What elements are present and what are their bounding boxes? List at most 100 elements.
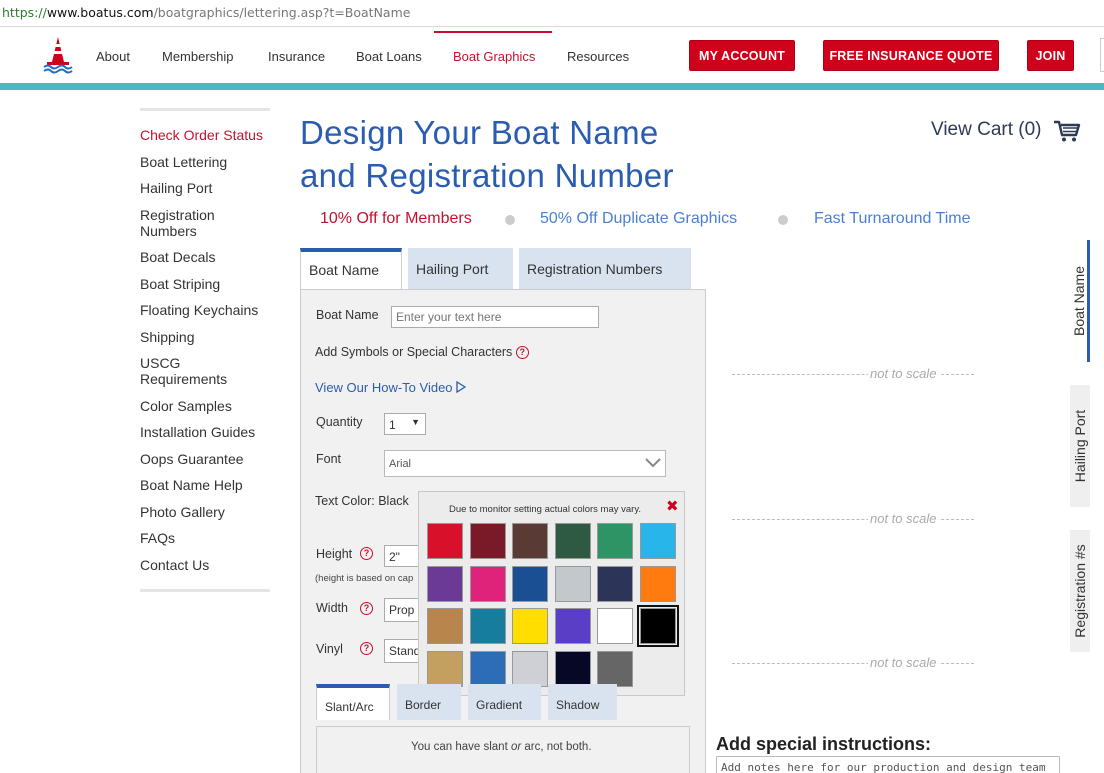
- text-color-label: Text Color: Black: [315, 494, 409, 508]
- view-cart-link[interactable]: View Cart (0): [931, 119, 1042, 141]
- buoy-logo-icon[interactable]: [42, 36, 74, 74]
- sidebar-item-boat-striping[interactable]: Boat Striping: [140, 276, 270, 292]
- color-swatch[interactable]: [427, 650, 463, 687]
- color-swatch[interactable]: [554, 565, 591, 602]
- color-swatch[interactable]: [554, 608, 591, 644]
- special-instructions-textarea[interactable]: Add notes here for our production and de…: [716, 756, 1060, 773]
- symbols-label[interactable]: Add Symbols or Special Characters ?: [315, 345, 529, 360]
- color-swatch[interactable]: [554, 650, 591, 687]
- color-swatch[interactable]: [427, 608, 463, 644]
- sidebar: Check Order Status Boat Lettering Hailin…: [140, 108, 270, 592]
- sidebar-item-registration-numbers[interactable]: Registration Numbers: [140, 207, 235, 239]
- font-select[interactable]: Arial: [384, 450, 666, 477]
- close-icon[interactable]: ✖: [666, 497, 679, 515]
- sidebar-item-boat-decals[interactable]: Boat Decals: [140, 249, 270, 265]
- help-icon[interactable]: ?: [360, 602, 373, 615]
- color-swatch[interactable]: [469, 608, 506, 644]
- perk-separator-dot: [778, 215, 788, 225]
- color-swatch[interactable]: [512, 608, 548, 644]
- chevron-down-icon: [645, 458, 661, 468]
- color-swatch[interactable]: [512, 650, 548, 687]
- side-tab-hailing-port-label: Hailing Port: [1072, 409, 1088, 483]
- nav-resources[interactable]: Resources: [567, 49, 629, 64]
- sidebar-item-contact-us[interactable]: Contact Us: [140, 557, 270, 573]
- subtab-shadow[interactable]: Shadow: [548, 684, 617, 720]
- not-to-scale-label: not to scale: [868, 366, 939, 381]
- sidebar-item-boat-lettering[interactable]: Boat Lettering: [140, 154, 270, 170]
- color-swatch[interactable]: [597, 650, 633, 687]
- url-host: www.boatus.com: [46, 5, 154, 20]
- color-swatch[interactable]: [639, 565, 676, 602]
- color-swatch[interactable]: [597, 608, 633, 644]
- color-picker-popup: Due to monitor setting actual colors may…: [418, 491, 685, 696]
- how-to-video-text: View Our How-To Video: [315, 380, 453, 395]
- sidebar-item-boat-name-help[interactable]: Boat Name Help: [140, 477, 270, 493]
- subtab-slant-arc[interactable]: Slant/Arc: [316, 684, 390, 720]
- color-swatch[interactable]: [512, 565, 548, 602]
- color-swatch[interactable]: [469, 565, 506, 602]
- sidebar-item-oops-guarantee[interactable]: Oops Guarantee: [140, 451, 270, 467]
- nav-membership[interactable]: Membership: [162, 49, 234, 64]
- quantity-label: Quantity: [316, 415, 363, 429]
- color-swatch[interactable]: [597, 565, 633, 602]
- color-swatch[interactable]: [469, 650, 506, 687]
- subtab-border[interactable]: Border: [397, 684, 461, 720]
- sidebar-bottom-rule: [140, 589, 270, 592]
- side-tab-hailing-port[interactable]: Hailing Port: [1070, 385, 1090, 507]
- width-label: Width: [316, 601, 348, 615]
- side-tab-registration[interactable]: Registration #s: [1070, 530, 1090, 652]
- color-swatch[interactable]: [554, 523, 591, 559]
- sidebar-item-hailing-port[interactable]: Hailing Port: [140, 180, 270, 196]
- free-insurance-quote-button[interactable]: FREE INSURANCE QUOTE: [823, 40, 999, 71]
- header-accent-bar: [0, 83, 1104, 90]
- font-label: Font: [316, 452, 342, 466]
- sidebar-item-uscg-requirements[interactable]: USCG Requirements: [140, 355, 240, 387]
- address-bar[interactable]: https://www.boatus.com/boatgraphics/lett…: [0, 0, 1104, 27]
- side-tab-boat-name[interactable]: Boat Name: [1070, 240, 1090, 362]
- sidebar-item-check-order-status[interactable]: Check Order Status: [140, 127, 270, 143]
- sidebar-item-color-samples[interactable]: Color Samples: [140, 398, 270, 414]
- page-title: Design Your Boat Name and Registration N…: [300, 111, 674, 197]
- slant-arc-note-or: or: [510, 741, 522, 753]
- how-to-video-link[interactable]: View Our How-To Video: [315, 380, 467, 395]
- height-label: Height: [316, 547, 353, 561]
- height-note: (height is based on cap: [315, 573, 414, 584]
- tab-boat-name[interactable]: Boat Name: [300, 248, 402, 290]
- color-swatch[interactable]: [427, 523, 463, 559]
- boat-name-input[interactable]: [391, 306, 599, 328]
- sidebar-item-installation-guides[interactable]: Installation Guides: [140, 424, 270, 440]
- my-account-button[interactable]: MY ACCOUNT: [689, 40, 795, 71]
- quantity-select[interactable]: 1 ▼: [384, 413, 426, 435]
- color-swatch[interactable]: [469, 523, 506, 559]
- cart-icon[interactable]: [1053, 119, 1081, 143]
- nav-about[interactable]: About: [96, 49, 130, 64]
- chevron-down-icon: ▼: [411, 417, 420, 427]
- nav-insurance[interactable]: Insurance: [268, 49, 325, 64]
- tab-hailing-port[interactable]: Hailing Port: [408, 248, 513, 290]
- special-instructions-title: Add special instructions:: [716, 734, 932, 754]
- slant-arc-note-prefix: You can have slant: [411, 741, 511, 753]
- sidebar-item-faqs[interactable]: FAQs: [140, 530, 270, 546]
- help-icon[interactable]: ?: [360, 642, 373, 655]
- help-icon[interactable]: ?: [360, 547, 373, 560]
- color-swatch[interactable]: [512, 523, 548, 559]
- nav-boat-loans[interactable]: Boat Loans: [356, 49, 422, 64]
- page-title-line-1: Design Your Boat Name: [300, 114, 659, 151]
- nav-boat-graphics[interactable]: Boat Graphics: [453, 49, 535, 64]
- tab-registration-numbers[interactable]: Registration Numbers: [519, 248, 691, 290]
- color-swatch[interactable]: [427, 565, 463, 602]
- help-icon[interactable]: ?: [515, 346, 529, 360]
- sidebar-item-shipping[interactable]: Shipping: [140, 329, 270, 345]
- color-swatch[interactable]: [597, 523, 633, 559]
- font-value: Arial: [389, 458, 412, 470]
- join-button[interactable]: JOIN: [1027, 40, 1074, 71]
- perk-separator-dot: [505, 215, 515, 225]
- sidebar-item-floating-keychains[interactable]: Floating Keychains: [140, 302, 270, 318]
- top-nav: About Membership Insurance Boat Loans Bo…: [0, 31, 1104, 83]
- color-swatch[interactable]: [636, 605, 679, 647]
- perk-fast-turnaround: Fast Turnaround Time: [814, 210, 971, 227]
- color-swatch[interactable]: [639, 523, 676, 559]
- sidebar-item-photo-gallery[interactable]: Photo Gallery: [140, 504, 270, 520]
- nav-edge-control: [1100, 38, 1104, 72]
- subtab-gradient[interactable]: Gradient: [468, 684, 541, 720]
